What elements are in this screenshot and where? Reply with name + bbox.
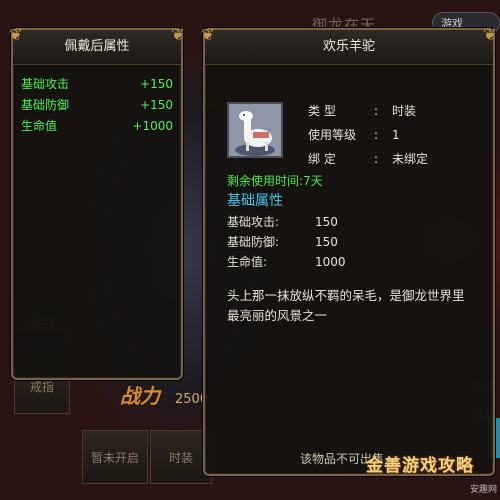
attribute-row: 基础攻击 +150 xyxy=(21,74,173,95)
panel-title: 佩戴后属性 xyxy=(13,30,181,65)
ornament-icon: ❦ xyxy=(9,25,23,44)
ornament-icon: ❦ xyxy=(171,25,185,44)
attribute-row: 基础防御 +150 xyxy=(21,95,173,116)
item-bind-row: 绑 定: 未绑定 xyxy=(308,152,429,166)
attribute-value: 1000 xyxy=(315,255,346,269)
remaining-time: 剩余使用时间:7天 xyxy=(227,174,323,188)
item-bind-value: 未绑定 xyxy=(392,152,429,166)
alpaca-icon xyxy=(227,102,283,158)
attribute-row: 基础攻击: 150 xyxy=(227,213,338,230)
attribute-label: 基础防御 xyxy=(21,98,70,112)
item-description: 头上那一抹放纵不羁的呆毛，是御龙世界里最亮丽的风景之一 xyxy=(227,288,465,323)
attribute-label: 基础攻击 xyxy=(21,77,70,91)
equipped-attributes-panel: 佩戴后属性 ❦ ❦ 基础攻击 +150 基础防御 +150 生命值 +1000 xyxy=(9,26,185,380)
attribute-label: 基础防御: xyxy=(227,235,280,249)
item-type-label: 类 型 xyxy=(308,104,336,118)
item-level-label: 使用等级 xyxy=(308,128,357,142)
attribute-row: 基础防御: 150 xyxy=(227,233,338,250)
attribute-label: 生命值 xyxy=(21,119,58,133)
attribute-value: 150 xyxy=(315,215,338,229)
item-level-value: 1 xyxy=(392,128,400,142)
attribute-row: 生命值: 1000 xyxy=(227,253,346,270)
attribute-label: 基础攻击: xyxy=(227,215,280,229)
ornament-icon: ❦ xyxy=(201,25,215,44)
locked-tab[interactable]: 暂未开启 xyxy=(82,430,148,484)
watermark-site: 安趣网 xyxy=(470,485,498,495)
item-type-value: 时装 xyxy=(392,104,417,118)
attribute-value: 150 xyxy=(315,235,338,249)
item-type-row: 类 型: 时装 xyxy=(308,104,417,118)
combat-power-label: 战力 xyxy=(120,384,160,408)
item-bind-label: 绑 定 xyxy=(308,152,336,166)
attribute-value: +150 xyxy=(140,98,173,112)
attribute-row: 生命值 +1000 xyxy=(21,116,173,137)
item-tooltip-panel: 欢乐羊驼 ❦ ❦ 类 型: 时装 使用等级:1 绑 定: 未绑定 剩余使用时间:7天… xyxy=(201,26,497,476)
attribute-value: +1000 xyxy=(132,119,173,133)
ornament-icon: ❦ xyxy=(483,25,497,44)
item-level-row: 使用等级:1 xyxy=(308,128,400,142)
watermark-text: 金善游戏攻略 xyxy=(366,456,474,476)
attribute-label: 生命值: xyxy=(227,255,268,269)
item-name: 欢乐羊驼 xyxy=(205,30,493,65)
section-title: 基础属性 xyxy=(227,193,283,209)
attribute-value: +150 xyxy=(140,77,173,91)
